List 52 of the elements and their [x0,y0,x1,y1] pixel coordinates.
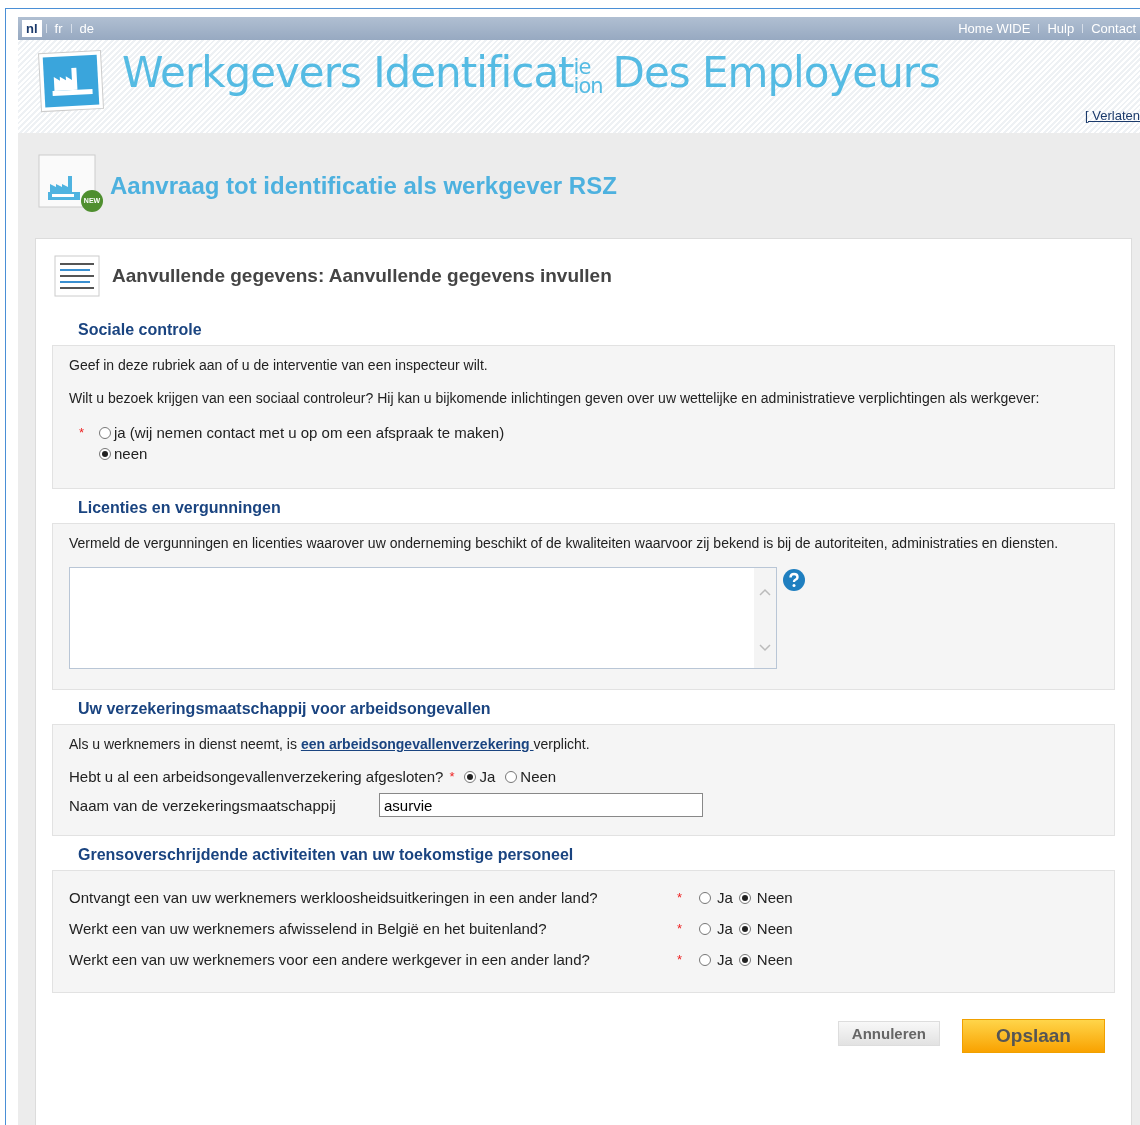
radio-button[interactable] [699,891,711,904]
radio-button[interactable] [699,922,711,935]
instruction-text: Als u werknemers in dienst neemt, is een arbeidsongevallenverzekering verplicht. [69,735,591,754]
radio-label: Ja [717,920,733,937]
required-marker: * [449,769,455,784]
section-heading: Grensoverschrijdende activiteiten van uw toekomstige personeel [78,846,575,864]
radio-label: ja (wij nemen contact met u op om een afspraak te maken) [114,424,505,441]
language-link[interactable]: nl [22,20,42,37]
radio-button[interactable] [99,447,111,460]
leave-link[interactable]: [ Verlaten [1085,108,1140,123]
question-label: Werkt een van uw werknemers afwisselend in België en het buitenland? [69,920,548,937]
section-heading: Uw verzekeringsmaatschappij voor arbeidsongevallen [78,700,492,718]
insurance-link[interactable]: een arbeidsongevallenverzekering [300,736,534,752]
logo-text: Werkgevers Identificat [122,48,574,97]
form-title: Aanvullende gegevens: Aanvullende gegevens invullen [112,265,612,287]
question-label: Ontvangt een van uw werknemers werkloosheidsuitkeringen in een ander land? [69,889,599,906]
field-label: Naam van de verzekeringsmaatschappij [69,796,337,814]
radio-label: Neen [756,889,793,906]
radio-button[interactable] [738,953,751,966]
logo-text: ion [573,76,603,96]
input-field[interactable]: asurvie [379,793,703,817]
question-label: Werkt een van uw werknemers voor een andere werkgever in een ander land? [69,951,591,968]
required-marker: * [79,425,86,440]
radio-label: Neen [756,951,793,968]
logo-text: ie [573,57,591,77]
required-marker: * [677,890,684,905]
radio-button[interactable] [464,770,477,783]
radio-button[interactable] [699,953,711,966]
section-heading: Sociale controle [78,321,203,339]
instruction-text: Wilt u bezoek krijgen van een sociaal controleur? Hij kan u bijkomende inlichtingen geven over uw wettelijke en administratieve verplichtingen als werkgever: [69,389,1041,408]
radio-button[interactable] [738,922,751,935]
radio-button[interactable] [738,891,751,904]
question-label: Hebt u al een arbeidsongevallenverzekering afgesloten? [69,768,444,785]
radio-label: Neen [756,920,793,937]
cancel-button[interactable]: Annuleren [837,1021,940,1046]
instruction-text: Vermeld de vergunningen en licenties waarover uw onderneming beschikt of de kwaliteiten waarvoor zij bekend is bij de autoriteiten, administraties en diensten. [69,534,1060,553]
section-heading: Licenties en vergunningen [78,499,282,517]
logo-text: Des Employeurs [612,48,940,97]
radio-label: Ja [479,768,496,785]
required-marker: * [677,952,684,967]
radio-label: neen [114,445,148,462]
radio-label: Ja [717,889,733,906]
page-title: Aanvraag tot identificatie als werkgever RSZ [110,171,617,200]
required-marker: * [677,921,684,936]
instruction-text: Geef in deze rubriek aan of u de interventie van een inspecteur wilt. [69,356,489,375]
radio-label: Neen [520,768,557,785]
document-icon [52,253,102,299]
help-icon[interactable] [783,569,805,591]
save-button[interactable]: Opslaan [962,1019,1105,1053]
radio-button[interactable] [505,770,518,783]
radio-button[interactable] [99,426,111,439]
radio-label: Ja [717,951,733,968]
